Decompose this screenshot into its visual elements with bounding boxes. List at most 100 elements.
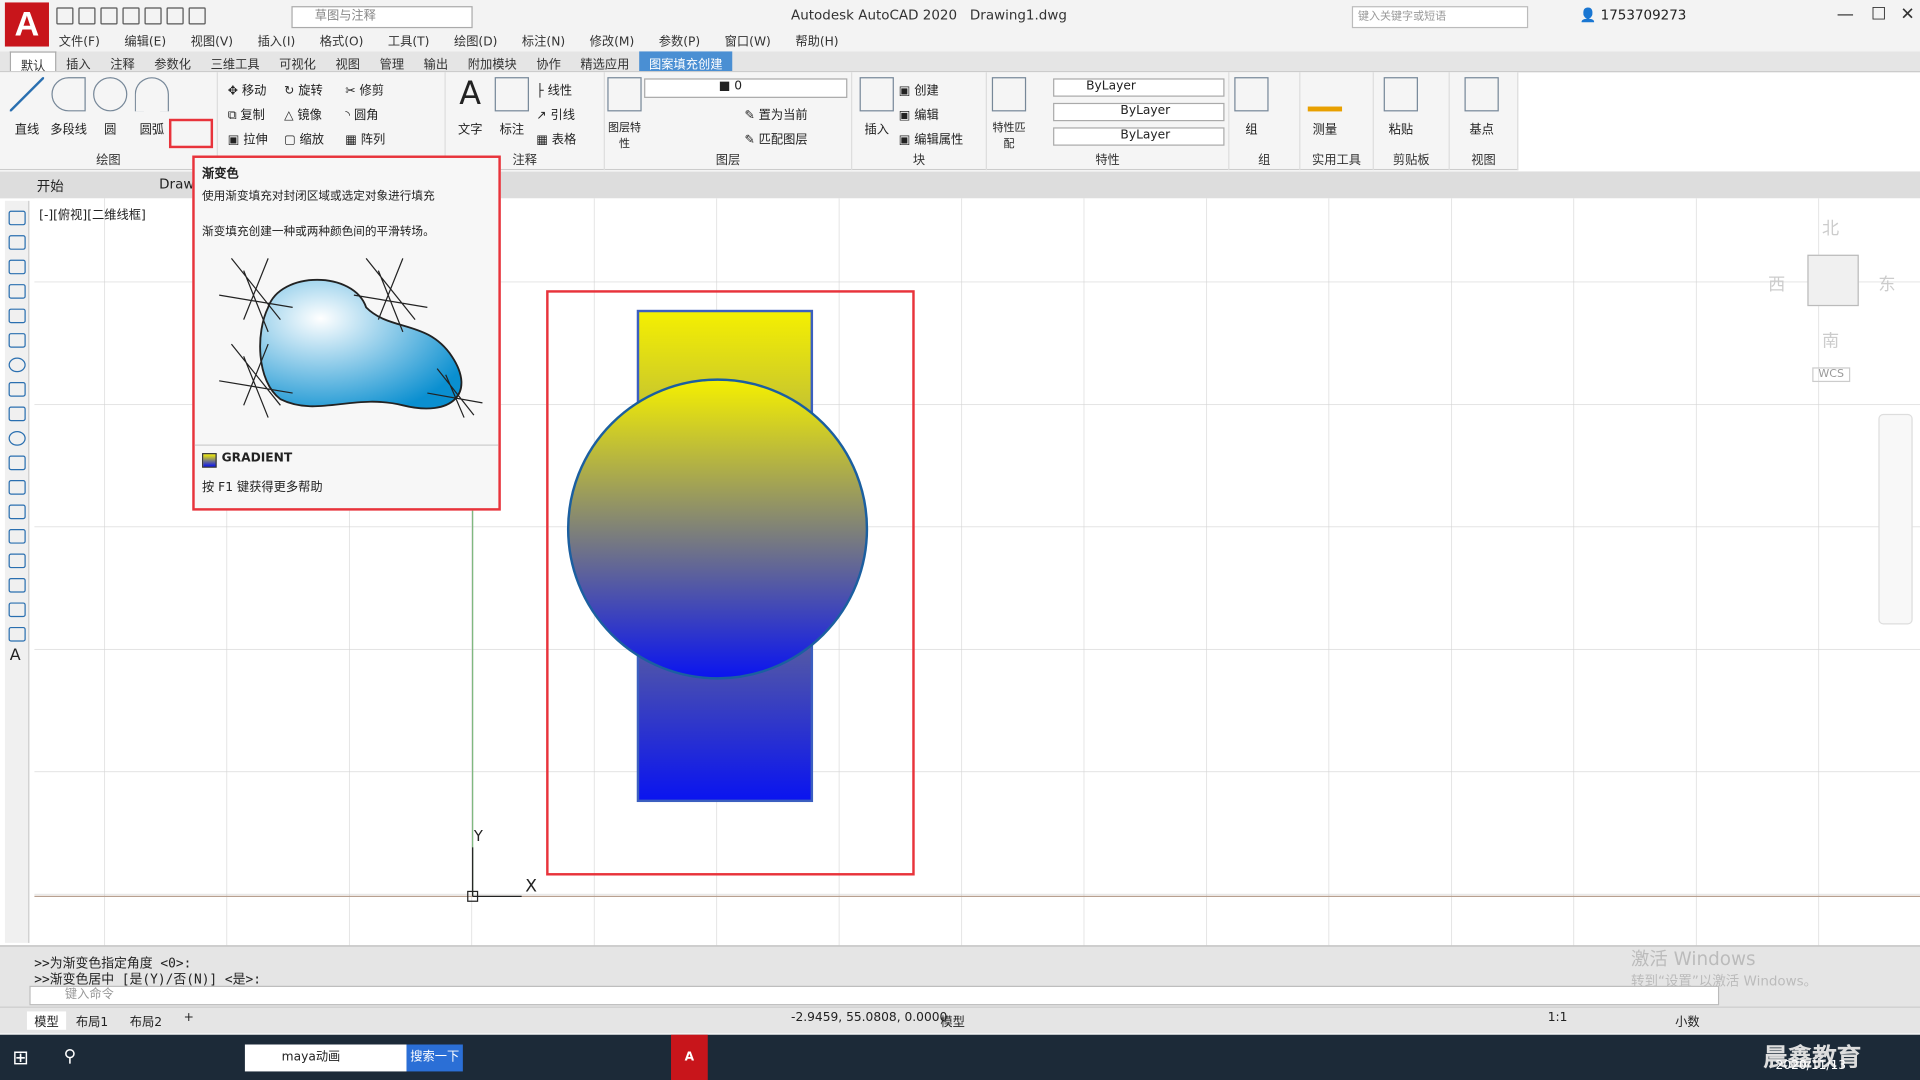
compass-north[interactable]: 北	[1822, 216, 1839, 240]
search-icon[interactable]: ⚲	[64, 1035, 77, 1080]
tab-view[interactable]: 视图	[326, 51, 370, 72]
move-button[interactable]: ✥ 移动	[228, 80, 267, 97]
groups-panel-title[interactable]: 组	[1229, 149, 1299, 167]
tab-featured[interactable]: 精选应用	[571, 51, 640, 72]
set-current-button[interactable]: ✎ 置为当前	[744, 104, 807, 122]
mirror-button[interactable]: △ 镜像	[284, 104, 322, 122]
base-point-tool[interactable]: 基点	[1462, 77, 1501, 137]
block-panel-title[interactable]: 块	[852, 149, 985, 167]
menu-draw[interactable]: 绘图(D)	[454, 31, 497, 51]
group-tool[interactable]: 组	[1232, 77, 1271, 137]
layer-dropdown[interactable]: ■ 0	[644, 78, 848, 98]
paste-tool[interactable]: 粘贴	[1381, 77, 1420, 137]
layout-tab-2[interactable]: 布局2	[130, 1011, 162, 1029]
redo-icon[interactable]	[188, 7, 206, 25]
workspace-select[interactable]: 草图与注释	[291, 6, 473, 29]
polygon-icon[interactable]	[8, 284, 26, 299]
dimension-tool[interactable]: 标注	[492, 77, 531, 137]
block-create-button[interactable]: ▣ 创建	[899, 80, 939, 97]
doc-tab-start[interactable]: 开始	[37, 176, 64, 196]
circle-tool[interactable]: 圆	[91, 77, 130, 137]
viewcube-face[interactable]	[1807, 254, 1859, 307]
hatch-icon[interactable]	[8, 553, 26, 569]
tab-addins[interactable]: 附加模块	[458, 51, 527, 72]
block-edit-button[interactable]: ▣ 编辑	[899, 104, 939, 122]
point-icon[interactable]	[8, 528, 26, 544]
tab-output[interactable]: 输出	[414, 51, 458, 72]
properties-panel-title[interactable]: 特性	[987, 149, 1228, 167]
tab-3d-tools[interactable]: 三维工具	[201, 51, 270, 72]
trim-button[interactable]: ✂ 修剪	[345, 80, 384, 97]
menu-view[interactable]: 视图(V)	[191, 31, 233, 51]
compass-south[interactable]: 南	[1822, 328, 1839, 352]
tab-collaborate[interactable]: 协作	[527, 51, 571, 72]
insert-tool[interactable]: 插入	[857, 77, 896, 137]
coordinates-readout[interactable]: -2.9459, 55.0808, 0.0000	[791, 1011, 947, 1024]
plot-icon[interactable]	[144, 7, 162, 25]
doc-tab-drawing[interactable]: Draw	[159, 176, 194, 192]
linear-button[interactable]: ├ 线性	[536, 80, 572, 97]
table-button[interactable]: ▦ 表格	[536, 129, 576, 146]
match-properties-tool[interactable]: 特性匹配	[989, 77, 1028, 151]
rectangle-icon[interactable]	[8, 308, 26, 324]
maximize-icon[interactable]: ☐	[1871, 5, 1886, 25]
color-dropdown[interactable]: ByLayer	[1053, 78, 1225, 97]
close-icon[interactable]: ✕	[1900, 5, 1914, 25]
linetype-dropdown[interactable]: ByLayer	[1053, 102, 1225, 122]
polyline-icon[interactable]	[8, 259, 26, 275]
menu-help[interactable]: 帮助(H)	[795, 31, 838, 51]
layout-tab-1[interactable]: 布局1	[76, 1011, 108, 1029]
revision-cloud-icon[interactable]	[8, 382, 26, 397]
menu-dimension[interactable]: 标注(N)	[522, 31, 565, 51]
table-icon[interactable]	[8, 626, 26, 642]
taskbar-search-box[interactable]: maya动画	[244, 1044, 407, 1072]
ellipse-arc-icon[interactable]	[8, 455, 26, 471]
line-icon[interactable]	[8, 210, 26, 226]
fillet-button[interactable]: ◝ 圆角	[345, 104, 378, 122]
tab-insert[interactable]: 插入	[56, 51, 100, 72]
rotate-button[interactable]: ↻ 旋转	[284, 80, 323, 97]
copy-button[interactable]: ⧉ 复制	[228, 104, 265, 122]
model-space-button[interactable]: 模型	[940, 1011, 964, 1029]
stretch-button[interactable]: ▣ 拉伸	[228, 129, 268, 146]
line-tool[interactable]: 直线	[7, 77, 46, 137]
view-panel-title[interactable]: 视图	[1450, 149, 1517, 167]
new-file-icon[interactable]	[56, 7, 74, 25]
circle-icon[interactable]	[8, 357, 26, 373]
tab-manage[interactable]: 管理	[370, 51, 414, 72]
save-icon[interactable]	[100, 7, 118, 25]
gradient-tool-button[interactable]	[168, 118, 214, 149]
command-input[interactable]: 键入命令	[29, 985, 1720, 1006]
scale-button[interactable]: ▢ 缩放	[284, 129, 324, 146]
spline-icon[interactable]	[8, 406, 26, 422]
undo-icon[interactable]	[166, 7, 184, 25]
gradient-icon[interactable]	[8, 577, 26, 593]
clipboard-panel-title[interactable]: 剪贴板	[1374, 149, 1449, 167]
menu-parametric[interactable]: 参数(P)	[659, 31, 700, 51]
menu-modify[interactable]: 修改(M)	[590, 31, 635, 51]
arc-icon[interactable]	[8, 333, 26, 348]
multiline-text-icon[interactable]: A	[10, 647, 21, 665]
construction-line-icon[interactable]	[8, 235, 26, 250]
utilities-panel-title[interactable]: 实用工具	[1300, 149, 1372, 167]
measure-tool[interactable]: 测量	[1305, 77, 1344, 137]
menu-edit[interactable]: 编辑(E)	[124, 31, 166, 51]
match-layer-button[interactable]: ✎ 匹配图层	[744, 129, 807, 146]
menu-insert[interactable]: 插入(I)	[258, 31, 296, 51]
viewcube[interactable]: 北 西 东 南 WCS	[1763, 211, 1910, 383]
text-tool[interactable]: A 文字	[451, 77, 490, 137]
compass-east[interactable]: 东	[1878, 272, 1895, 296]
menu-format[interactable]: 格式(O)	[320, 31, 364, 51]
tab-parametric[interactable]: 参数化	[144, 51, 200, 72]
windows-start-icon[interactable]: ⊞	[12, 1035, 28, 1080]
viewport-label[interactable]: [-][俯视][二维线框]	[39, 204, 146, 222]
edit-attributes-button[interactable]: ▣ 编辑属性	[899, 129, 963, 146]
draw-panel-title[interactable]: 绘图	[0, 149, 217, 167]
layers-panel-title[interactable]: 图层	[605, 149, 851, 167]
menu-tools[interactable]: 工具(T)	[388, 31, 430, 51]
make-block-icon[interactable]	[8, 504, 26, 520]
compass-west[interactable]: 西	[1768, 272, 1785, 296]
autocad-taskbar-icon[interactable]: A	[671, 1034, 708, 1080]
tab-visualize[interactable]: 可视化	[269, 51, 325, 72]
layout-tab-model[interactable]: 模型	[26, 1011, 67, 1030]
